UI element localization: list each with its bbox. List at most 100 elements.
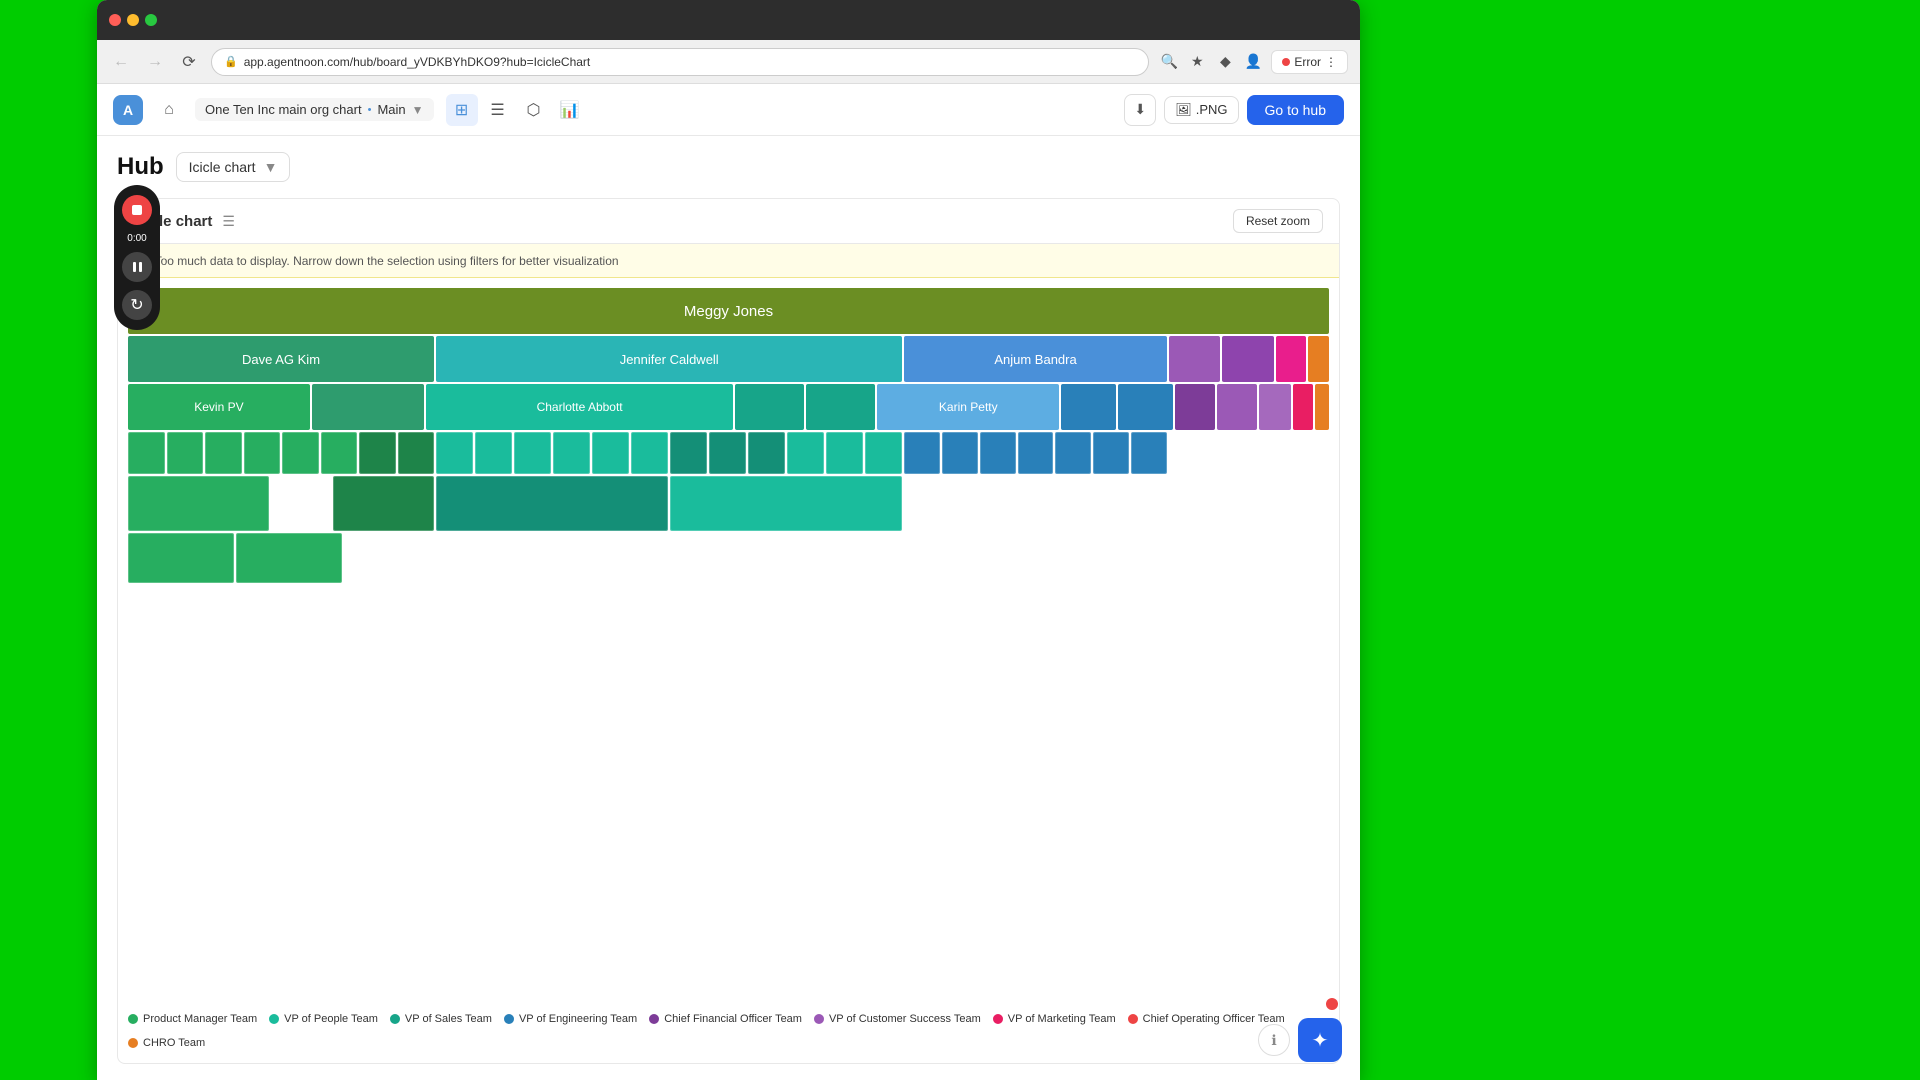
filter-icon[interactable]: ☰ <box>222 213 235 230</box>
extension-icon[interactable]: ◆ <box>1215 52 1235 72</box>
green-cells-l4 <box>128 432 434 474</box>
reset-recording-button[interactable]: ↻ <box>122 290 152 320</box>
spacer-l5-right <box>1169 476 1329 531</box>
close-button[interactable] <box>109 14 121 26</box>
grid-view-button[interactable]: ⊞ <box>446 94 478 126</box>
teal-cell-l4-11[interactable] <box>826 432 863 474</box>
teal-l5-2[interactable] <box>670 476 902 531</box>
teal-cell-l4-10[interactable] <box>787 432 824 474</box>
blue-cell-l4-4[interactable] <box>1018 432 1054 474</box>
warning-banner: ⚠ Too much data to display. Narrow down … <box>118 244 1339 278</box>
reset-zoom-button[interactable]: Reset zoom <box>1233 209 1323 233</box>
legend-item-1: VP of People Team <box>269 1013 378 1025</box>
blue-cell-l4-3[interactable] <box>980 432 1016 474</box>
blue-cell-l4-2[interactable] <box>942 432 978 474</box>
download-button[interactable]: ⬇ <box>1124 94 1156 126</box>
error-button[interactable]: Error ⋮ <box>1271 50 1348 74</box>
minimize-button[interactable] <box>127 14 139 26</box>
breadcrumb-chevron-icon: ▼ <box>412 103 424 117</box>
node-meggy-jones[interactable]: Meggy Jones <box>128 288 1329 334</box>
blue-cell-l4-7[interactable] <box>1131 432 1167 474</box>
green-cell-l4-1[interactable] <box>128 432 165 474</box>
node-orange-s[interactable] <box>1315 384 1329 430</box>
chart-view-button[interactable]: 📊 <box>554 94 586 126</box>
node-kevin-pv[interactable]: Kevin PV <box>128 384 310 430</box>
share-button[interactable]: ⬡ <box>518 94 550 126</box>
spacer-l6 <box>433 533 1169 583</box>
green-l5-1[interactable] <box>128 476 269 531</box>
notification-dot <box>1326 998 1338 1010</box>
node-orange-1[interactable] <box>1308 336 1329 382</box>
green-cell-l4-5[interactable] <box>282 432 319 474</box>
chart-toolbar: Icicle chart ☰ Reset zoom <box>118 199 1339 244</box>
profile-icon[interactable]: 👤 <box>1243 52 1263 72</box>
url-text: app.agentnoon.com/hub/board_yVDKBYhDKO9?… <box>244 55 1137 69</box>
png-export-button[interactable]: 🖼 .PNG <box>1164 96 1238 124</box>
icicle-chart[interactable]: Meggy Jones Dave AG Kim Jennifer Caldwel… <box>128 288 1329 1003</box>
node-teal-sub-2[interactable] <box>806 384 875 430</box>
green-l6-1[interactable] <box>128 533 234 583</box>
chart-type-select[interactable]: Icicle chart ▼ <box>176 152 291 182</box>
stop-recording-button[interactable] <box>122 195 152 225</box>
forward-button[interactable]: → <box>143 50 167 74</box>
zoom-icon[interactable]: 🔍 <box>1159 52 1179 72</box>
maximize-button[interactable] <box>145 14 157 26</box>
teal-cell-l4-3[interactable] <box>514 432 551 474</box>
home-button[interactable]: ⌂ <box>155 96 183 124</box>
url-bar[interactable]: 🔒 app.agentnoon.com/hub/board_yVDKBYhDKO… <box>211 48 1149 76</box>
blue-cell-l4-5[interactable] <box>1055 432 1091 474</box>
teal-cell-l4-5[interactable] <box>592 432 629 474</box>
node-pink-1[interactable] <box>1276 336 1307 382</box>
node-teal-subs <box>735 384 875 430</box>
magic-button[interactable]: ✦ <box>1298 1018 1339 1062</box>
green-cell-l4-7[interactable] <box>359 432 396 474</box>
blue-cell-l4-6[interactable] <box>1093 432 1129 474</box>
node-blue-sub-2[interactable] <box>1118 384 1173 430</box>
node-charlotte-abbott[interactable]: Charlotte Abbott <box>426 384 734 430</box>
node-purple-1[interactable] <box>1169 336 1220 382</box>
teal-cell-l4-9[interactable] <box>748 432 785 474</box>
teal-cell-l4-4[interactable] <box>553 432 590 474</box>
teal-cell-l4-1[interactable] <box>436 432 473 474</box>
node-p2a[interactable] <box>1175 384 1215 430</box>
green-cell-l4-2[interactable] <box>167 432 204 474</box>
breadcrumb[interactable]: One Ten Inc main org chart • Main ▼ <box>195 98 434 121</box>
list-view-button[interactable]: ☰ <box>482 94 514 126</box>
legend-dot-8 <box>128 1038 138 1048</box>
traffic-lights <box>109 14 157 26</box>
green-cell-l4-4[interactable] <box>244 432 281 474</box>
bookmark-icon[interactable]: ★ <box>1187 52 1207 72</box>
blue-cell-l4-1[interactable] <box>904 432 940 474</box>
pause-recording-button[interactable] <box>122 252 152 282</box>
info-button[interactable]: ℹ <box>1258 1024 1290 1056</box>
node-teal-sub-1[interactable] <box>735 384 804 430</box>
error-menu-icon: ⋮ <box>1325 55 1337 69</box>
chart-row-l3: Kevin PV Charlotte Abbott Kar <box>128 384 1329 430</box>
green-l5-2[interactable] <box>333 476 434 531</box>
green-l6-2[interactable] <box>236 533 342 583</box>
teal-cell-l4-6[interactable] <box>631 432 668 474</box>
go-to-hub-button[interactable]: Go to hub <box>1247 95 1345 125</box>
teal-cell-l4-8[interactable] <box>709 432 746 474</box>
refresh-button[interactable]: ⟳ <box>177 50 201 74</box>
node-anjum-bandra[interactable]: Anjum Bandra <box>904 336 1166 382</box>
teal-cell-l4-12[interactable] <box>865 432 902 474</box>
nav-toolbar: ⊞ ☰ ⬡ 📊 <box>446 94 586 126</box>
node-p2c[interactable] <box>1259 384 1291 430</box>
node-blue-sub-1[interactable] <box>1061 384 1116 430</box>
node-p2b[interactable] <box>1217 384 1257 430</box>
teal-cell-l4-7[interactable] <box>670 432 707 474</box>
node-green-sub[interactable] <box>312 384 424 430</box>
node-karin-petty[interactable]: Karin Petty <box>877 384 1059 430</box>
node-purple-2[interactable] <box>1222 336 1273 382</box>
green-cell-l4-3[interactable] <box>205 432 242 474</box>
node-dave-ag-kim[interactable]: Dave AG Kim <box>128 336 434 382</box>
app-logo[interactable]: A <box>113 95 143 125</box>
back-button[interactable]: ← <box>109 50 133 74</box>
teal-cell-l4-2[interactable] <box>475 432 512 474</box>
green-cell-l4-6[interactable] <box>321 432 358 474</box>
node-pink-s[interactable] <box>1293 384 1313 430</box>
node-jennifer-caldwell[interactable]: Jennifer Caldwell <box>436 336 902 382</box>
green-cell-l4-8[interactable] <box>398 432 435 474</box>
teal-l5-1[interactable] <box>436 476 668 531</box>
